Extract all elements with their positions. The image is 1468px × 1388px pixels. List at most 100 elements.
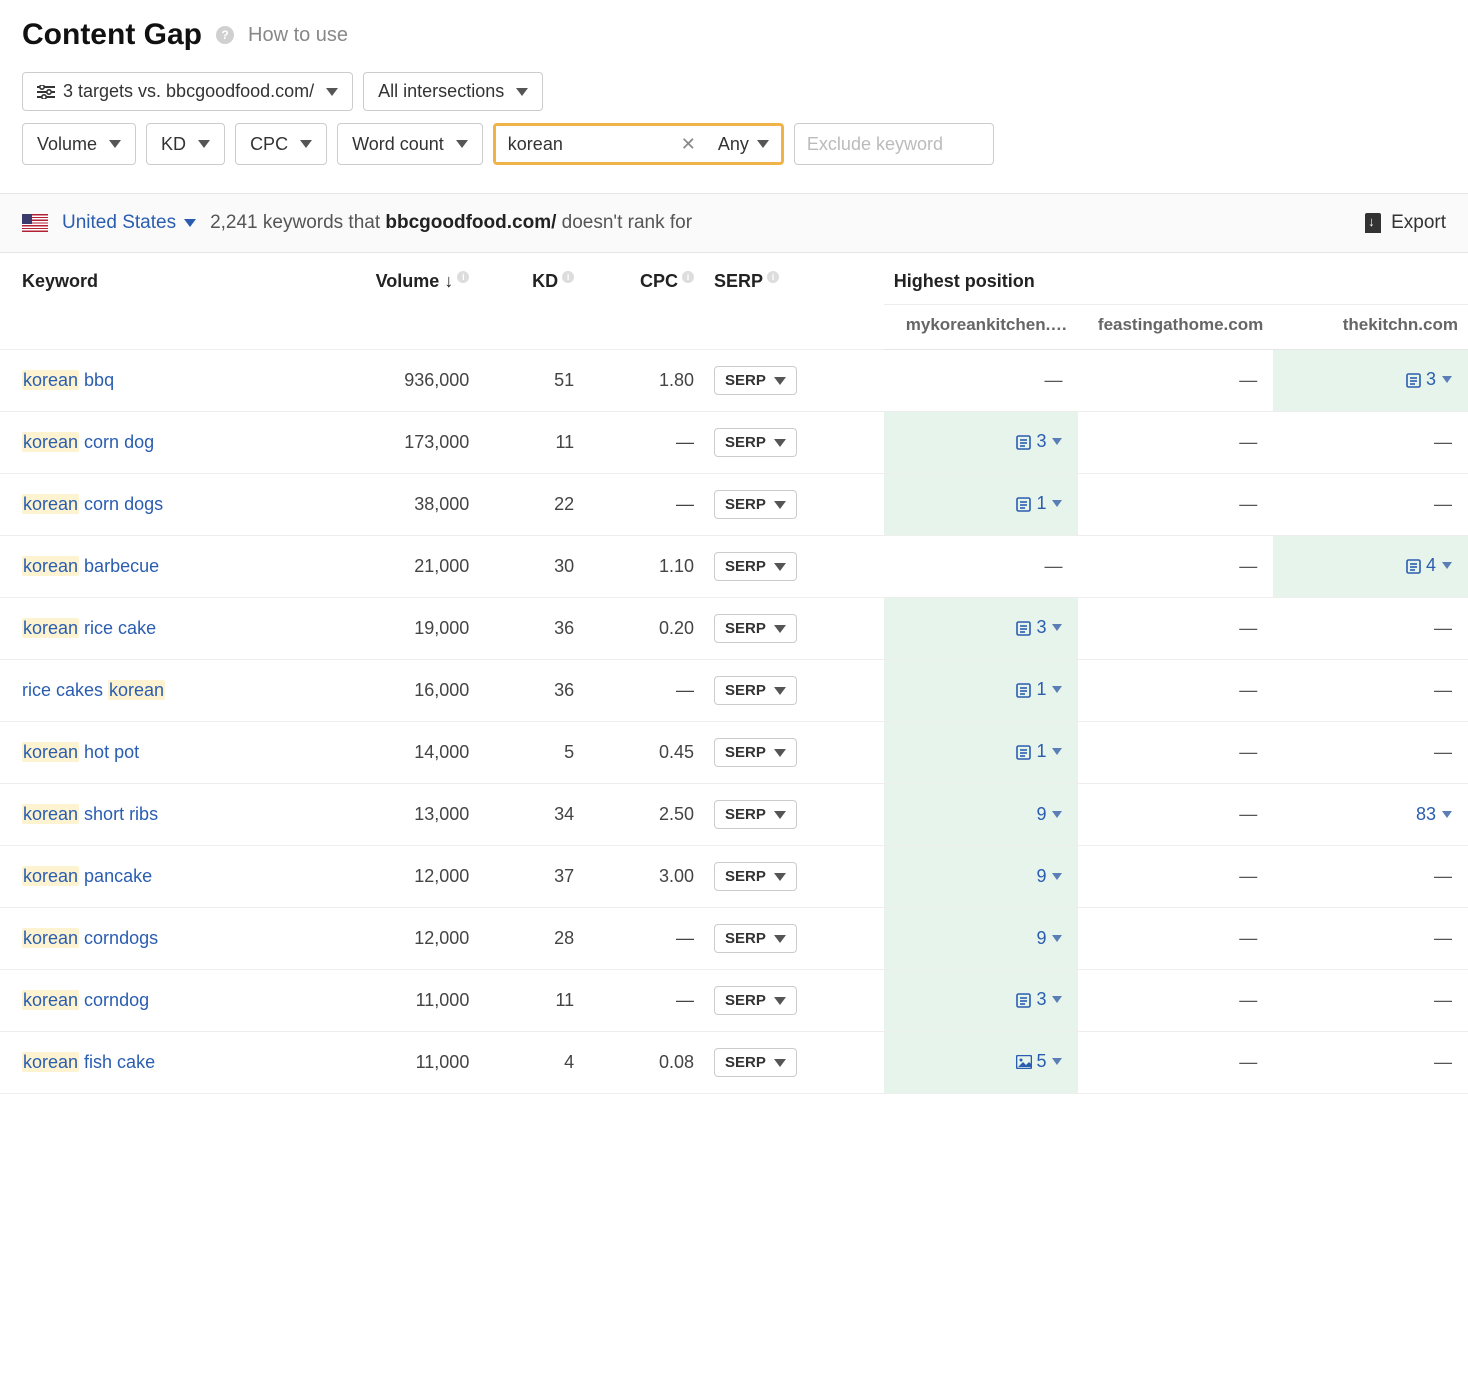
col-competitor-1[interactable]: mykoreankitchen.com (884, 305, 1079, 350)
cpc-value: — (584, 660, 704, 722)
cpc-value: 0.20 (584, 598, 704, 660)
clear-icon[interactable]: ✕ (671, 134, 706, 155)
keyword-link[interactable]: korean hot pot (22, 742, 139, 762)
col-volume[interactable]: Volume ↓i (300, 253, 480, 350)
position-link[interactable]: 1 (1016, 741, 1062, 762)
position-link[interactable]: 9 (1036, 866, 1062, 887)
keyword-link[interactable]: korean corn dog (22, 432, 154, 452)
keyword-link[interactable]: korean corndogs (22, 928, 158, 948)
info-icon[interactable]: i (457, 271, 469, 283)
info-icon[interactable]: i (682, 271, 694, 283)
table-row: korean bbq936,000511.80SERP——3 (0, 350, 1468, 412)
position-link[interactable]: 83 (1416, 804, 1452, 825)
table-row: korean barbecue21,000301.10SERP——4 (0, 536, 1468, 598)
col-competitor-3[interactable]: thekitchn.com (1273, 305, 1468, 350)
serp-button[interactable]: SERP (714, 800, 797, 829)
serp-button[interactable]: SERP (714, 986, 797, 1015)
serp-button[interactable]: SERP (714, 366, 797, 395)
keyword-match-dropdown[interactable]: Any (706, 126, 781, 162)
col-kd[interactable]: KDi (479, 253, 584, 350)
position-link[interactable]: 5 (1016, 1051, 1062, 1072)
serp-button[interactable]: SERP (714, 490, 797, 519)
serp-button[interactable]: SERP (714, 428, 797, 457)
position-link[interactable]: 3 (1406, 369, 1452, 390)
summary-text: 2,241 keywords that bbcgoodfood.com/ doe… (210, 212, 692, 234)
position-link[interactable]: 3 (1016, 617, 1062, 638)
serp-feature-icon (1016, 993, 1030, 1007)
serp-feature-icon (1406, 373, 1420, 387)
position-link[interactable]: 1 (1016, 679, 1062, 700)
volume-value: 19,000 (300, 598, 480, 660)
info-icon[interactable]: i (562, 271, 574, 283)
targets-dropdown[interactable]: 3 targets vs. bbcgoodfood.com/ (22, 72, 353, 111)
keyword-include-filter[interactable]: ✕ Any (493, 123, 784, 165)
keyword-link[interactable]: korean rice cake (22, 618, 156, 638)
volume-value: 12,000 (300, 908, 480, 970)
dash: — (1283, 928, 1452, 949)
serp-button[interactable]: SERP (714, 738, 797, 767)
serp-button[interactable]: SERP (714, 924, 797, 953)
kd-value: 22 (479, 474, 584, 536)
serp-label: SERP (725, 620, 766, 637)
chevron-down-icon (1052, 624, 1062, 631)
info-icon[interactable]: i (767, 271, 779, 283)
position-link[interactable]: 9 (1036, 804, 1062, 825)
keyword-link[interactable]: korean corn dogs (22, 494, 163, 514)
cpc-value: 1.10 (584, 536, 704, 598)
serp-label: SERP (725, 1054, 766, 1071)
keyword-exclude-input[interactable] (794, 123, 994, 165)
col-competitor-2[interactable]: feastingathome.com (1078, 305, 1273, 350)
help-icon[interactable]: ? (216, 26, 234, 44)
dash: — (1088, 742, 1257, 763)
position-link[interactable]: 1 (1016, 493, 1062, 514)
chevron-down-icon (1442, 376, 1452, 383)
keyword-link[interactable]: korean bbq (22, 370, 114, 390)
keyword-link[interactable]: korean barbecue (22, 556, 159, 576)
keyword-include-input[interactable] (496, 126, 671, 162)
serp-label: SERP (725, 806, 766, 823)
position-link[interactable]: 9 (1036, 928, 1062, 949)
serp-button[interactable]: SERP (714, 614, 797, 643)
position-value: 9 (1036, 866, 1046, 887)
cpc-filter[interactable]: CPC (235, 123, 327, 165)
serp-button[interactable]: SERP (714, 1048, 797, 1077)
export-button[interactable]: Export (1365, 212, 1446, 234)
serp-feature-icon (1016, 1055, 1030, 1069)
keyword-link[interactable]: korean pancake (22, 866, 152, 886)
col-keyword[interactable]: Keyword (0, 253, 300, 350)
serp-button[interactable]: SERP (714, 676, 797, 705)
kd-filter[interactable]: KD (146, 123, 225, 165)
serp-label: SERP (725, 992, 766, 1009)
volume-filter[interactable]: Volume (22, 123, 136, 165)
table-row: korean corn dogs38,00022—SERP1—— (0, 474, 1468, 536)
intersections-dropdown[interactable]: All intersections (363, 72, 543, 111)
dash: — (1088, 494, 1257, 515)
chevron-down-icon (1052, 935, 1062, 942)
chevron-down-icon (774, 997, 786, 1005)
serp-feature-icon (1016, 435, 1030, 449)
cpc-value: — (584, 412, 704, 474)
serp-button[interactable]: SERP (714, 862, 797, 891)
volume-label: Volume (37, 134, 97, 155)
chevron-down-icon (1442, 811, 1452, 818)
targets-label: 3 targets vs. bbcgoodfood.com/ (63, 81, 314, 102)
keyword-link[interactable]: rice cakes korean (22, 680, 165, 700)
serp-label: SERP (725, 558, 766, 575)
serp-feature-icon (1016, 745, 1030, 759)
position-link[interactable]: 4 (1406, 555, 1452, 576)
keyword-link[interactable]: korean corndog (22, 990, 149, 1010)
serp-button[interactable]: SERP (714, 552, 797, 581)
keyword-link[interactable]: korean short ribs (22, 804, 158, 824)
how-to-use-link[interactable]: How to use (248, 24, 348, 47)
keyword-link[interactable]: korean fish cake (22, 1052, 155, 1072)
position-link[interactable]: 3 (1016, 431, 1062, 452)
position-link[interactable]: 3 (1016, 989, 1062, 1010)
volume-value: 38,000 (300, 474, 480, 536)
country-dropdown[interactable]: United States (62, 212, 196, 234)
serp-label: SERP (725, 744, 766, 761)
volume-value: 11,000 (300, 1032, 480, 1094)
col-serp[interactable]: SERPi (704, 253, 884, 350)
chevron-down-icon (1052, 811, 1062, 818)
word-count-filter[interactable]: Word count (337, 123, 483, 165)
col-cpc[interactable]: CPCi (584, 253, 704, 350)
